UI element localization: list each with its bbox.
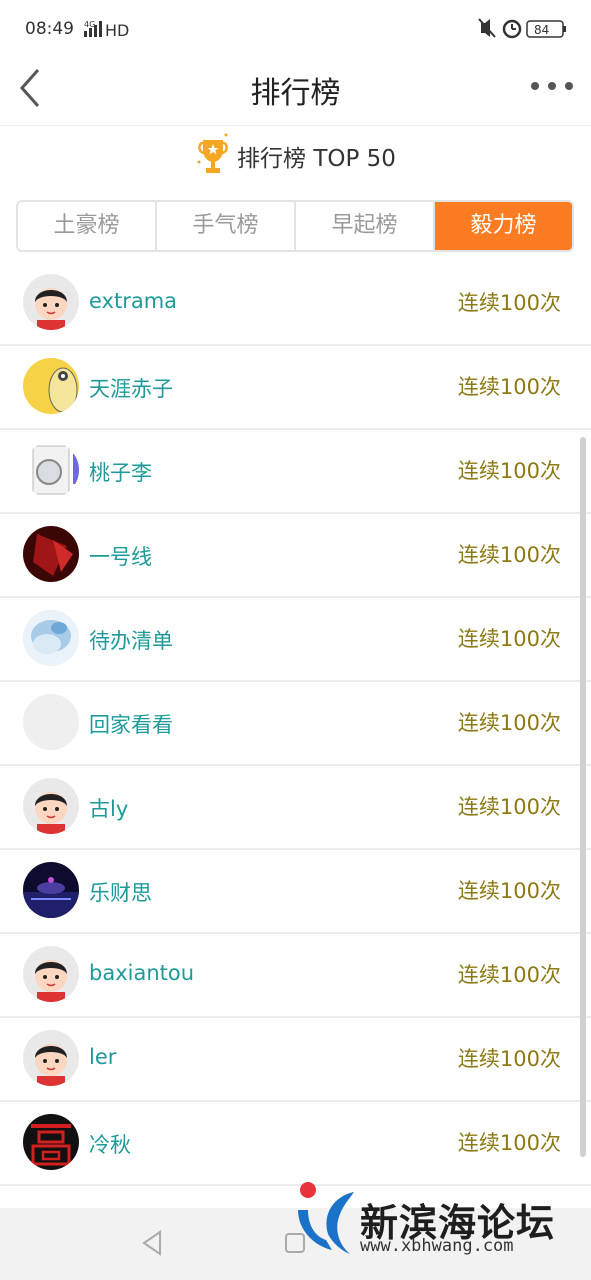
blank-avatar[interactable] bbox=[23, 694, 79, 750]
page-title: 排行榜 bbox=[250, 76, 341, 111]
list-item[interactable]: baxiantou 连续100次 bbox=[0, 934, 591, 1018]
forum-logo-icon bbox=[298, 1182, 354, 1254]
hd-label: HD bbox=[105, 21, 129, 40]
streak-count: 连续100次 bbox=[457, 879, 561, 903]
user-name[interactable]: 一号线 bbox=[89, 541, 152, 571]
streak-count: 连续100次 bbox=[457, 627, 561, 651]
cartoon-boy-avatar[interactable] bbox=[23, 778, 79, 834]
ranking-tabs: 土豪榜 手气榜 早起榜 毅力榜 bbox=[16, 200, 574, 252]
list-item[interactable]: 冷秋 连续100次 bbox=[0, 1102, 591, 1186]
top-banner: 排行榜 TOP 50 bbox=[0, 128, 591, 188]
forum-watermark: 新滨海论坛 www.xbhwang.com bbox=[292, 1180, 587, 1262]
tab-persistence[interactable]: 毅力榜 bbox=[435, 202, 572, 250]
user-name[interactable]: 冷秋 bbox=[89, 1129, 131, 1159]
cartoon-boy-avatar[interactable] bbox=[23, 274, 79, 330]
streak-count: 连续100次 bbox=[457, 795, 561, 819]
list-item[interactable]: 天涯赤子 连续100次 bbox=[0, 346, 591, 430]
streak-count: 连续100次 bbox=[457, 711, 561, 735]
navigation-bar: 排行榜 bbox=[0, 60, 591, 126]
list-item[interactable]: 待办清单 连续100次 bbox=[0, 598, 591, 682]
status-bar: 08:49 4G HD 84 bbox=[0, 0, 591, 60]
user-name[interactable]: 待办清单 bbox=[89, 625, 173, 655]
user-name[interactable]: 桃子李 bbox=[89, 457, 152, 487]
svg-text:4G: 4G bbox=[84, 20, 95, 29]
top-title: 排行榜 TOP 50 bbox=[237, 146, 396, 172]
list-item[interactable]: ler 连续100次 bbox=[0, 1018, 591, 1102]
status-icons: 84 bbox=[478, 18, 566, 39]
signal-icon: 4G HD bbox=[84, 20, 129, 40]
streak-count: 连续100次 bbox=[457, 1047, 561, 1071]
yellow-cartoon-avatar[interactable] bbox=[23, 358, 79, 414]
scrollbar[interactable] bbox=[580, 437, 586, 1157]
battery-icon: 84 bbox=[526, 20, 566, 38]
more-options-icon[interactable] bbox=[529, 76, 575, 96]
cartoon-boy-avatar[interactable] bbox=[23, 1030, 79, 1086]
streak-count: 连续100次 bbox=[457, 459, 561, 483]
list-item[interactable]: extrama 连续100次 bbox=[0, 262, 591, 346]
nav-back-icon[interactable] bbox=[140, 1230, 164, 1256]
streak-count: 连续100次 bbox=[457, 543, 561, 567]
streak-count: 连续100次 bbox=[457, 963, 561, 987]
dark-red-avatar[interactable] bbox=[23, 526, 79, 582]
list-item[interactable]: 桃子李 连续100次 bbox=[0, 430, 591, 514]
streak-count: 连续100次 bbox=[457, 291, 561, 315]
streak-count: 连续100次 bbox=[457, 1131, 561, 1155]
streak-count: 连续100次 bbox=[457, 375, 561, 399]
forum-url: www.xbhwang.com bbox=[360, 1236, 514, 1256]
user-name[interactable]: 乐财思 bbox=[89, 877, 152, 907]
washing-machine-avatar[interactable] bbox=[23, 442, 79, 498]
user-name[interactable]: 天涯赤子 bbox=[89, 373, 173, 403]
status-time: 08:49 bbox=[25, 19, 74, 39]
cartoon-boy-avatar[interactable] bbox=[23, 946, 79, 1002]
list-item[interactable]: 古ly 连续100次 bbox=[0, 766, 591, 850]
tab-luck[interactable]: 手气榜 bbox=[157, 202, 296, 250]
tab-early[interactable]: 早起榜 bbox=[296, 202, 435, 250]
list-item[interactable]: 一号线 连续100次 bbox=[0, 514, 591, 598]
list-item[interactable]: 回家看看 连续100次 bbox=[0, 682, 591, 766]
user-name[interactable]: baxiantou bbox=[89, 961, 194, 985]
svg-text:84: 84 bbox=[534, 23, 549, 37]
user-name[interactable]: extrama bbox=[89, 289, 177, 313]
tab-rich[interactable]: 土豪榜 bbox=[18, 202, 157, 250]
alarm-icon bbox=[502, 19, 522, 39]
user-name[interactable]: 回家看看 bbox=[89, 709, 173, 739]
ranking-list[interactable]: extrama 连续100次 天涯赤子 连续100次 桃子李 连续100次 一号… bbox=[0, 262, 591, 1208]
list-item[interactable]: 乐财思 连续100次 bbox=[0, 850, 591, 934]
mute-icon bbox=[478, 18, 496, 38]
user-name[interactable]: ler bbox=[89, 1045, 116, 1069]
night-scene-avatar[interactable] bbox=[23, 862, 79, 918]
trophy-icon bbox=[197, 133, 228, 173]
blue-ice-avatar[interactable] bbox=[23, 610, 79, 666]
user-name[interactable]: 古ly bbox=[89, 793, 128, 823]
red-character-avatar[interactable] bbox=[23, 1114, 79, 1170]
